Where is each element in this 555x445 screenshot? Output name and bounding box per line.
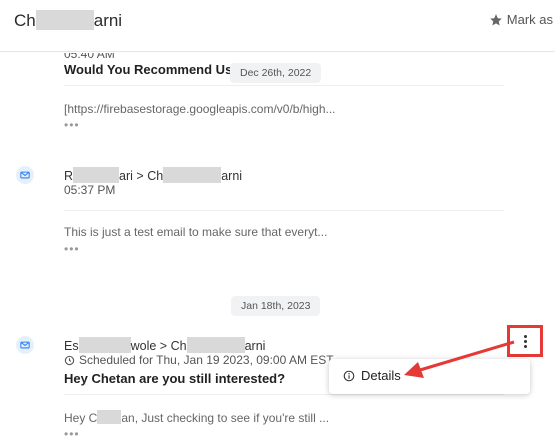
contact-name: Ch arni	[14, 10, 122, 31]
scheduled-time: Scheduled for Thu, Jan 19 2023, 09:00 AM…	[64, 353, 334, 367]
message-route: Rari > Ch arni	[64, 167, 242, 183]
message-subject: Would You Recommend Us?	[64, 62, 241, 77]
recipient-suffix: arni	[221, 169, 243, 183]
sender-suffix: wole	[130, 339, 157, 353]
date-chip: Jan 18th, 2023	[231, 296, 321, 316]
expand-ellipsis[interactable]: •••	[64, 243, 80, 255]
mail-icon	[16, 336, 34, 354]
mark-as-button[interactable]: Mark as	[489, 12, 553, 27]
info-icon	[343, 370, 355, 381]
clock-icon	[64, 355, 75, 365]
message-subject: Hey Chetan are you still interested?	[64, 371, 286, 386]
redaction-block	[97, 410, 122, 424]
scheduled-label: Scheduled for Thu, Jan 19 2023, 09:00 AM…	[79, 353, 334, 367]
expand-ellipsis[interactable]: •••	[64, 428, 80, 440]
message-preview[interactable]: [https://firebasestorage.googleapis.com/…	[64, 102, 336, 116]
expand-ellipsis[interactable]: •••	[64, 119, 80, 131]
redaction-block	[78, 337, 131, 353]
route-arrow: >	[136, 169, 144, 183]
divider	[64, 85, 504, 86]
message-feed[interactable]: 05:40 AM Would You Recommend Us? Dec 26t…	[0, 53, 555, 445]
route-arrow: >	[159, 339, 168, 353]
contact-name-prefix: Ch	[14, 11, 36, 30]
mark-as-label: Mark as	[506, 12, 553, 27]
message-preview[interactable]: Hey C an, Just checking to see if you're …	[64, 410, 329, 425]
divider	[64, 394, 504, 395]
message-time: 05:40 AM	[64, 53, 115, 61]
details-label: Details	[361, 368, 401, 383]
conversation-header: Ch arni Mark as	[0, 0, 555, 52]
message-preview[interactable]: This is just a test email to make sure t…	[64, 225, 327, 239]
sender-suffix: ari	[119, 169, 133, 183]
recipient-prefix: Ch	[170, 339, 187, 353]
redaction-block	[35, 10, 94, 30]
redaction-block	[73, 167, 120, 183]
redaction-block	[186, 337, 245, 353]
divider	[64, 210, 504, 211]
preview-prefix: Hey C	[64, 411, 98, 425]
redaction-block	[163, 167, 222, 183]
recipient-suffix: arni	[244, 339, 266, 353]
date-chip: Dec 26th, 2022	[230, 63, 322, 83]
sender-prefix: Es	[64, 339, 79, 353]
sender-prefix: R	[64, 169, 74, 183]
contact-name-suffix: arni	[93, 11, 123, 30]
preview-suffix: an, Just checking to see if you're still…	[121, 411, 330, 425]
message-route: Es wole > Ch arni	[64, 337, 265, 353]
mail-icon	[16, 166, 34, 184]
details-menu-item[interactable]: Details	[343, 368, 401, 383]
kebab-icon	[523, 334, 527, 348]
options-menu: Details	[329, 359, 530, 394]
recipient-prefix: Ch	[147, 169, 164, 183]
more-options-button[interactable]	[507, 325, 543, 357]
message-time: 05:37 PM	[64, 183, 116, 197]
star-icon	[489, 13, 502, 26]
